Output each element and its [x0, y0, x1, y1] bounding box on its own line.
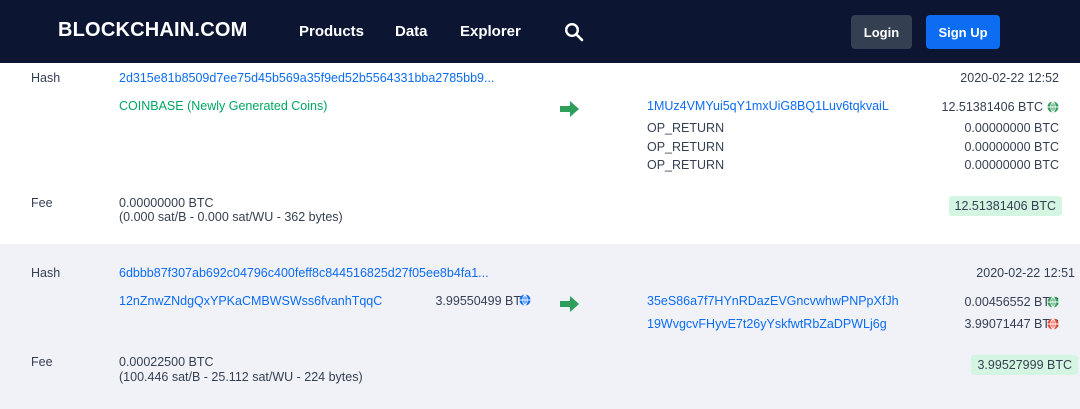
- top-navbar: BLOCKCHAIN.COM Products Data Explorer Lo…: [0, 0, 1080, 63]
- search-icon[interactable]: [564, 22, 584, 42]
- output-address-link[interactable]: 1MUz4VMYui5qY1mxUiG8BQ1Luv6tqkvaiL: [647, 99, 889, 113]
- transaction-time: 2020-02-22 12:51: [976, 266, 1075, 280]
- transaction-card: Hash 6dbbb87f307ab692c04796c400feff8c844…: [0, 244, 1080, 409]
- hash-label: Hash: [31, 266, 61, 280]
- output-address: OP_RETURN: [647, 158, 725, 172]
- output-address: OP_RETURN: [647, 121, 725, 135]
- output-amount: 12.51381406 BTC: [941, 100, 1043, 114]
- transaction-hash-link[interactable]: 6dbbb87f307ab692c04796c400feff8c84451682…: [119, 266, 489, 280]
- fee-detail: (100.446 sat/B - 25.112 sat/WU - 224 byt…: [119, 370, 363, 384]
- globe-red-icon[interactable]: [1047, 318, 1059, 330]
- output-amount: 0.00000000 BTC: [964, 158, 1059, 172]
- input-amount: 3.99550499 BTC: [435, 294, 530, 308]
- nav-products[interactable]: Products: [299, 23, 364, 40]
- globe-green-icon[interactable]: [1047, 101, 1059, 113]
- coinbase-input: COINBASE (Newly Generated Coins): [119, 99, 328, 113]
- output-address-link[interactable]: 19WvgcvFHyvE7t26yYskfwtRbZaDPWLj6g: [647, 317, 887, 331]
- fee-label: Fee: [31, 355, 53, 369]
- site-logo[interactable]: BLOCKCHAIN.COM: [58, 19, 247, 42]
- fee-label: Fee: [31, 196, 53, 210]
- fee-amount: 0.00022500 BTC: [119, 355, 214, 369]
- output-amount: 0.00000000 BTC: [964, 121, 1059, 135]
- arrow-right-icon: [560, 296, 579, 312]
- total-amount-badge: 12.51381406 BTC: [948, 196, 1062, 216]
- fee-amount: 0.00000000 BTC: [119, 196, 214, 210]
- transaction-card: Hash 2d315e81b8509d7ee75d45b569a35f9ed52…: [0, 63, 1080, 235]
- globe-blue-icon[interactable]: [519, 294, 531, 306]
- input-address-link[interactable]: 12nZnwZNdgQxYPKaCMBWSWss6fvanhTqqC: [119, 294, 382, 308]
- globe-green-icon[interactable]: [1047, 296, 1059, 308]
- output-amount: 0.00000000 BTC: [964, 140, 1059, 154]
- nav-data[interactable]: Data: [395, 23, 428, 40]
- hash-label: Hash: [31, 71, 61, 85]
- output-amount: 3.99071447 BTC: [964, 317, 1059, 331]
- nav-explorer[interactable]: Explorer: [460, 23, 521, 40]
- fee-detail: (0.000 sat/B - 0.000 sat/WU - 362 bytes): [119, 210, 343, 224]
- output-address: OP_RETURN: [647, 140, 725, 154]
- signup-button[interactable]: Sign Up: [926, 15, 1000, 49]
- login-button[interactable]: Login: [851, 15, 912, 49]
- total-amount-badge: 3.99527999 BTC: [971, 355, 1078, 375]
- transaction-time: 2020-02-22 12:52: [960, 71, 1059, 85]
- output-amount: 0.00456552 BTC: [964, 295, 1059, 309]
- output-address-link[interactable]: 35eS86a7f7HYnRDazEVGncvwhwPNPpXfJh: [647, 294, 899, 308]
- arrow-right-icon: [560, 101, 579, 117]
- transaction-hash-link[interactable]: 2d315e81b8509d7ee75d45b569a35f9ed52b5564…: [119, 71, 494, 85]
